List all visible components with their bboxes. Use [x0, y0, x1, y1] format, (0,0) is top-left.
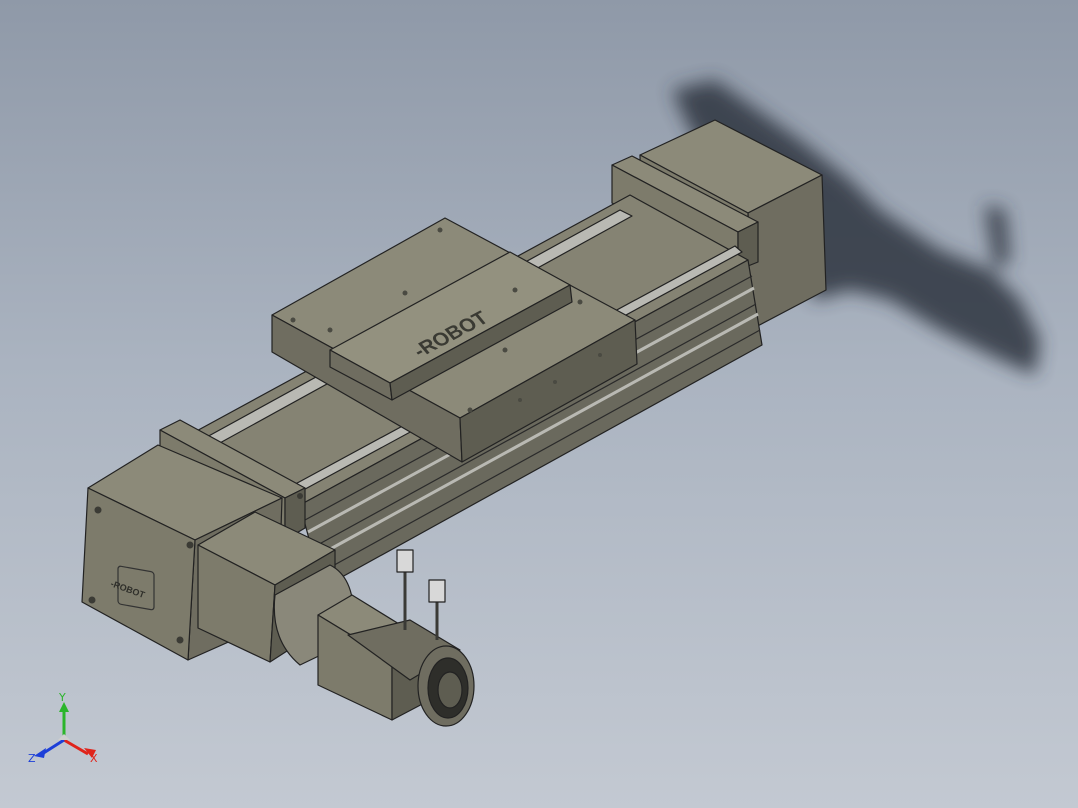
y-axis-label: Y	[58, 691, 66, 704]
z-axis-arrow	[34, 748, 46, 758]
axis-triad: Y X Z	[28, 691, 98, 765]
cable-connector-1	[396, 549, 414, 573]
cad-viewport[interactable]: -ROBOT -ROBOT	[0, 0, 1078, 808]
z-axis-line	[41, 738, 65, 756]
x-axis-label: X	[90, 752, 98, 765]
z-axis-label: Z	[28, 752, 36, 765]
linear-actuator-module[interactable]: -ROBOT -ROBOT	[81, 119, 827, 727]
cable-connector-2	[428, 579, 446, 603]
x-axis-line	[63, 738, 89, 756]
servo-motor[interactable]	[317, 594, 475, 727]
triad-origin	[58, 734, 70, 740]
